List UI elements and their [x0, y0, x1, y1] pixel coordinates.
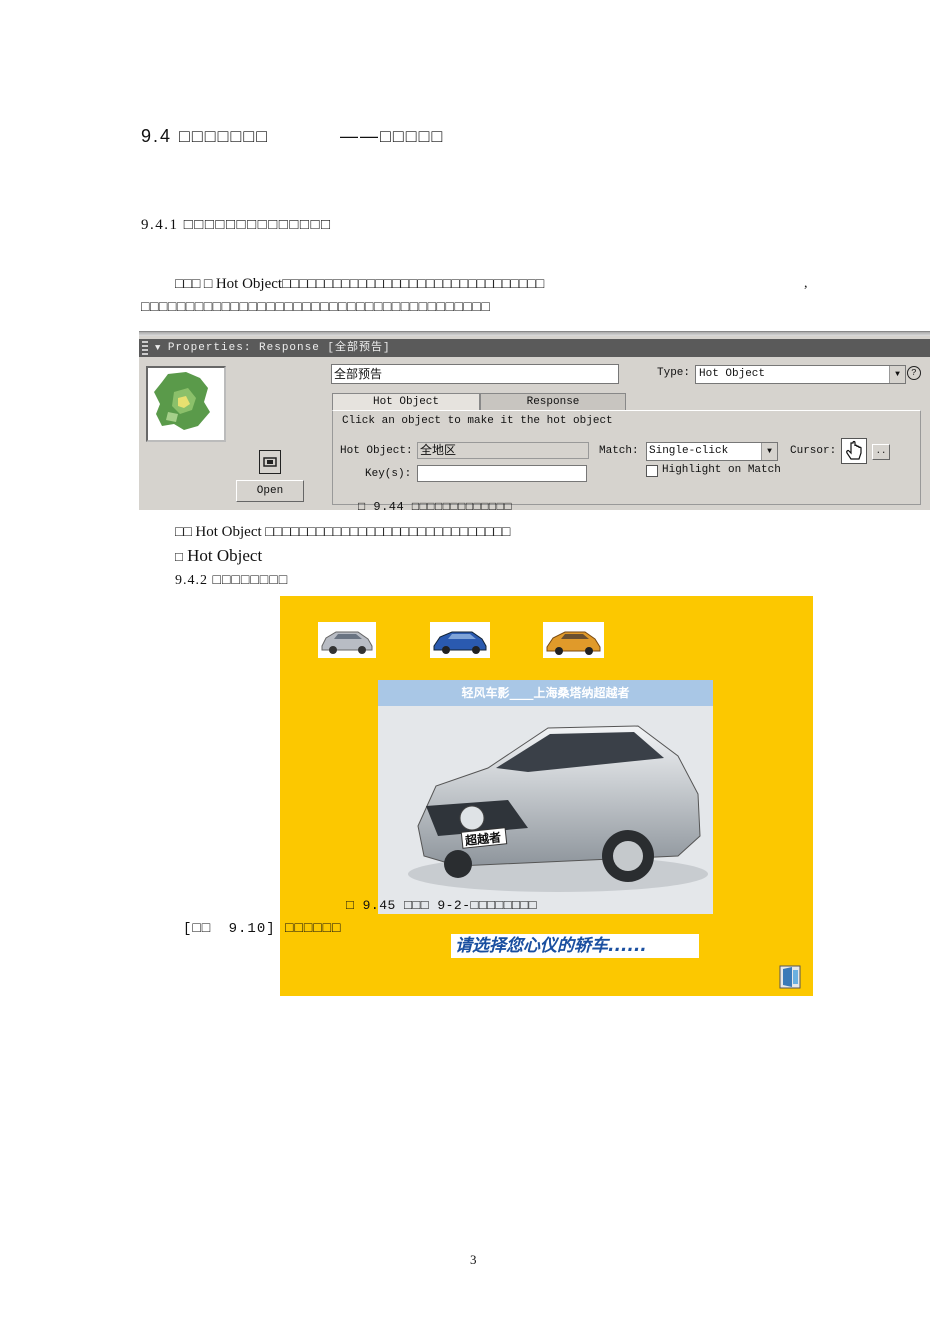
map-icon: [154, 372, 210, 430]
cursor-label: Cursor:: [790, 445, 837, 457]
example-number: 9.10]: [228, 921, 276, 937]
car-icon: [546, 631, 601, 655]
type-select[interactable]: Hot Object ▼: [695, 365, 906, 384]
car-icon: [321, 631, 373, 654]
instruction-text: Click an object to make it the hot objec…: [342, 415, 613, 427]
choose-car-prompt: 请选择您心仪的轿车......: [451, 934, 699, 958]
properties-panel: ▼ Properties: Response [全部预告] Open 全部预告 …: [139, 331, 930, 514]
photo-banner: 轻风车影____上海桑塔纳超越者: [378, 680, 713, 706]
tab-hot-object[interactable]: Hot Object: [332, 393, 480, 410]
cursor-more-button[interactable]: ..: [872, 444, 890, 460]
match-select[interactable]: Single-click ▼: [646, 442, 778, 461]
panel-grip-handle[interactable]: [142, 341, 148, 355]
car-photo: 轻风车影____上海桑塔纳超越者 超越者: [378, 680, 713, 914]
para-1-indent: □□□: [175, 277, 201, 292]
para-4-keyword: Hot Object: [187, 546, 263, 565]
section-title-left: □□□□□□□: [179, 126, 270, 146]
section-heading-right: ——□□□□□: [340, 126, 444, 147]
example-text: □□□□□□: [285, 921, 342, 937]
heading-dash: ——: [340, 126, 380, 146]
subheading-941: 9.4.1 □□□□□□□□□□□□□□: [141, 217, 332, 233]
hand-cursor-icon: [846, 440, 862, 460]
car-icon: [433, 631, 487, 654]
cursor-preview[interactable]: [841, 438, 867, 464]
type-value: Hot Object: [699, 368, 766, 380]
match-value: Single-click: [649, 445, 729, 457]
section-title-right: □□□□□: [380, 126, 445, 146]
para-1-text: □□□□□□□□□□□□□□□□□□□□□□□□□□□□□□□: [282, 277, 545, 292]
chevron-down-icon[interactable]: ▼: [889, 366, 905, 383]
subheading-942: 9.4.2 □□□□□□□□: [175, 573, 289, 588]
open-button[interactable]: Open: [236, 480, 304, 502]
para-1-keyword: Hot Object: [215, 276, 283, 292]
chevron-down-icon[interactable]: ▼: [761, 443, 777, 460]
panel-top-border: [139, 332, 930, 336]
help-icon[interactable]: ?: [907, 366, 921, 380]
car-thumbnail-silver[interactable]: [318, 622, 376, 658]
highlight-checkbox[interactable]: [646, 465, 658, 477]
panel-title: Properties: Response [全部预告]: [167, 342, 391, 354]
paragraph-1-comma: ,: [804, 276, 808, 291]
section-heading: 9.4 □□□□□□□: [141, 126, 269, 147]
para-3-text: □□□□□□□□□□□□□□□□□□□□□□□□□□□□□: [265, 525, 511, 540]
panel-title-bar[interactable]: ▼ Properties: Response [全部预告]: [139, 339, 930, 357]
para-3-mark: □□: [175, 525, 192, 540]
hot-object-field[interactable]: 全地区: [417, 442, 589, 459]
exit-door-icon[interactable]: [777, 964, 803, 990]
key-label: Key(s):: [365, 468, 412, 480]
map-thumbnail: [146, 366, 226, 442]
paragraph-4: □ Hot Object: [175, 546, 262, 566]
paragraph-3: □□ Hot Object □□□□□□□□□□□□□□□□□□□□□□□□□□…: [175, 524, 510, 541]
open-icon[interactable]: [259, 450, 281, 474]
figure-caption-944: □ 9.44 □□□□□□□□□□□□□: [358, 500, 513, 514]
match-label: Match:: [599, 445, 639, 457]
figure-caption-945: □ 9.45 □□□ 9-2-□□□□□□□□: [346, 898, 537, 913]
section-number: 9.4: [141, 126, 173, 146]
paragraph-2: □□□□□□□□□□□□□□□□□□□□□□□□□□□□□□□□□□□□□□□: [141, 300, 491, 315]
hot-object-label: Hot Object:: [340, 445, 413, 457]
type-label: Type:: [657, 367, 691, 379]
para-3-keyword: Hot Object: [195, 524, 262, 540]
example-bracket: [□□: [183, 921, 212, 937]
para-1-mark: □: [203, 277, 213, 292]
para-4-mark: □: [175, 549, 183, 564]
tab-response[interactable]: Response: [480, 393, 626, 410]
key-input[interactable]: [417, 465, 587, 482]
page-number: 3: [470, 1252, 477, 1267]
highlight-label: Highlight on Match: [662, 464, 781, 476]
paragraph-1: □□□ □ Hot Object□□□□□□□□□□□□□□□□□□□□□□□□…: [175, 276, 544, 293]
demo-window: 轻风车影____上海桑塔纳超越者 超越者 □ 9.45 □□□ 9-2-□□□□…: [280, 596, 813, 996]
car-thumbnail-blue[interactable]: [430, 622, 490, 658]
sedan-illustration: 超越者: [378, 706, 713, 914]
car-thumbnail-orange[interactable]: [543, 622, 604, 658]
response-name-field[interactable]: 全部预告: [331, 364, 619, 384]
example-note: [□□ 9.10] □□□□□□: [183, 921, 341, 937]
